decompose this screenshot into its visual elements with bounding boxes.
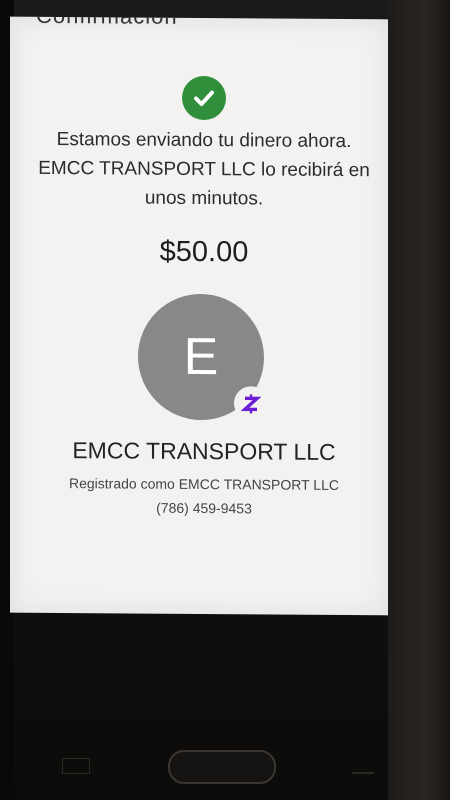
avatar-initial: E: [183, 327, 219, 387]
home-button[interactable]: [168, 750, 276, 784]
page-title: Confirmación: [36, 17, 178, 30]
screen: Confirmación Estamos enviando tu dinero …: [10, 16, 388, 616]
bezel-right: [388, 0, 450, 800]
phone-frame: Confirmación Estamos enviando tu dinero …: [0, 0, 450, 800]
recipient-registered: Registrado como EMCC TRANSPORT LLC: [69, 475, 339, 493]
zelle-logo-icon: [234, 386, 268, 421]
confirmation-message: Estamos enviando tu dinero ahora. EMCC T…: [38, 129, 370, 210]
recent-apps-key[interactable]: [62, 758, 90, 774]
back-key[interactable]: [352, 760, 374, 774]
recipient-phone: (786) 459-9453: [156, 499, 252, 517]
recipient-name: EMCC TRANSPORT LLC: [72, 437, 336, 465]
amount: $50.00: [159, 235, 249, 269]
check-circle-icon: [182, 75, 226, 121]
